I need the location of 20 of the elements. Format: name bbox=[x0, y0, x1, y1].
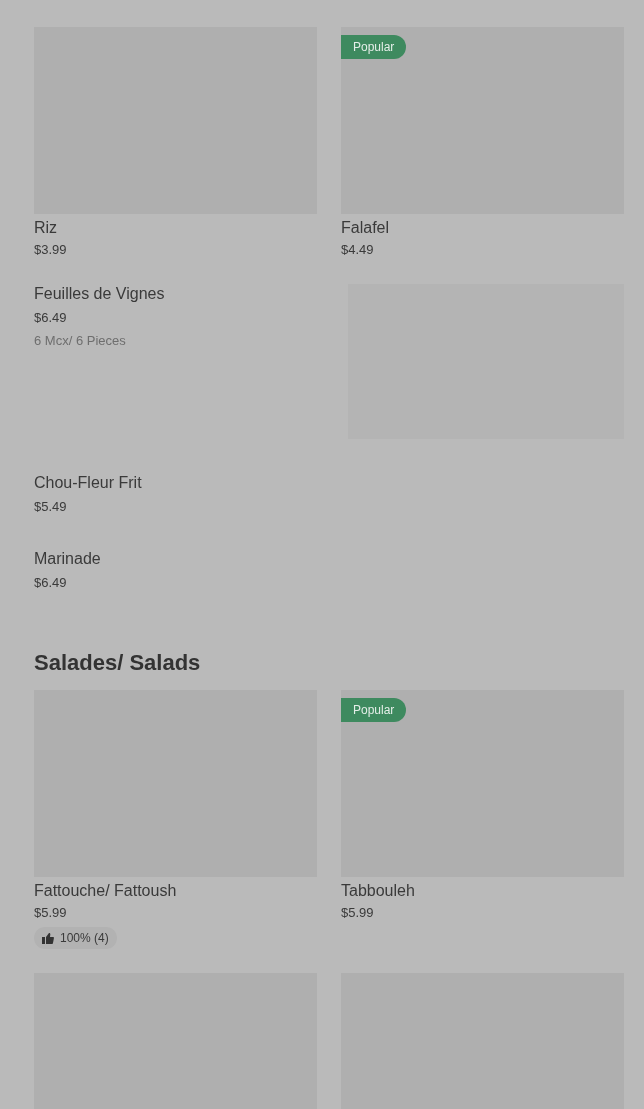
item-name: Marinade bbox=[34, 549, 101, 569]
item-description: 6 Mcx/ 6 Pieces bbox=[34, 332, 127, 349]
item-name: Riz bbox=[34, 218, 59, 238]
item-price: $5.99 bbox=[341, 904, 375, 921]
rating-badge: 100% (4) bbox=[34, 927, 117, 949]
section-title: Salades/ Salads bbox=[34, 649, 202, 677]
item-name: Feuilles de Vignes bbox=[34, 284, 165, 304]
item-price: $3.99 bbox=[34, 241, 68, 258]
item-price: $6.49 bbox=[34, 309, 68, 326]
item-name: Tabbouleh bbox=[341, 881, 416, 901]
item-price: $5.99 bbox=[34, 904, 68, 921]
item-name: Falafel bbox=[341, 218, 391, 238]
item-price: $5.49 bbox=[34, 498, 68, 515]
popular-badge: Popular bbox=[341, 35, 407, 59]
item-price: $6.49 bbox=[34, 574, 68, 591]
item-name: Chou-Fleur Frit bbox=[34, 473, 142, 493]
popular-badge: Popular bbox=[341, 698, 407, 722]
thumbs-up-icon bbox=[42, 932, 54, 944]
item-name: Fattouche/ Fattoush bbox=[34, 881, 178, 901]
item-price: $4.49 bbox=[341, 241, 375, 258]
